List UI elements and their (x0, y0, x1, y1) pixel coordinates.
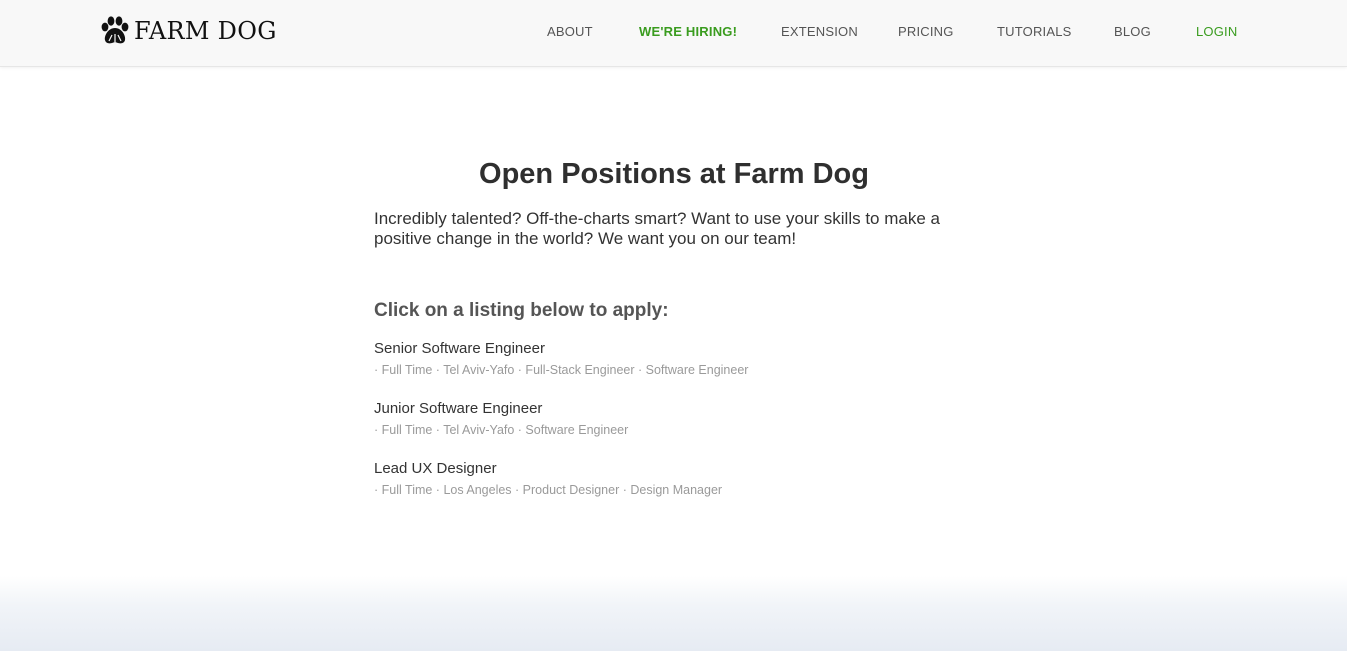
nav-pricing[interactable]: PRICING (898, 24, 954, 39)
job-title-link[interactable]: Senior Software Engineer (374, 339, 934, 359)
intro-text: Incredibly talented? Off-the-charts smar… (374, 209, 940, 248)
nav-about[interactable]: ABOUT (547, 24, 593, 39)
nav-tutorials[interactable]: TUTORIALS (997, 24, 1072, 39)
job-title-link[interactable]: Junior Software Engineer (374, 399, 934, 419)
job-meta: · Full Time · Los Angeles · Product Desi… (374, 483, 723, 497)
nav-login[interactable]: LOGIN (1196, 24, 1237, 39)
brand-logo-link[interactable]: FARM DOG (100, 14, 277, 48)
footer-gradient (0, 576, 1347, 651)
paw-icon (100, 15, 130, 47)
apply-heading: Click on a listing below to apply: (374, 300, 669, 321)
page-title: Open Positions at Farm Dog (479, 158, 869, 190)
site-header: FARM DOG ABOUT WE'RE HIRING! EXTENSION P… (0, 0, 1347, 67)
nav-hiring[interactable]: WE'RE HIRING! (639, 24, 737, 39)
job-listing[interactable]: Lead UX Designer · Full Time · Los Angel… (374, 459, 934, 499)
job-title-link[interactable]: Lead UX Designer (374, 459, 934, 479)
job-listing[interactable]: Junior Software Engineer · Full Time · T… (374, 399, 934, 439)
job-meta: · Full Time · Tel Aviv-Yafo · Full-Stack… (374, 363, 749, 377)
nav-blog[interactable]: BLOG (1114, 24, 1151, 39)
job-meta: · Full Time · Tel Aviv-Yafo · Software E… (374, 423, 629, 437)
job-listing[interactable]: Senior Software Engineer · Full Time · T… (374, 339, 934, 379)
brand-name: FARM DOG (134, 17, 277, 45)
nav-extension[interactable]: EXTENSION (781, 24, 858, 39)
